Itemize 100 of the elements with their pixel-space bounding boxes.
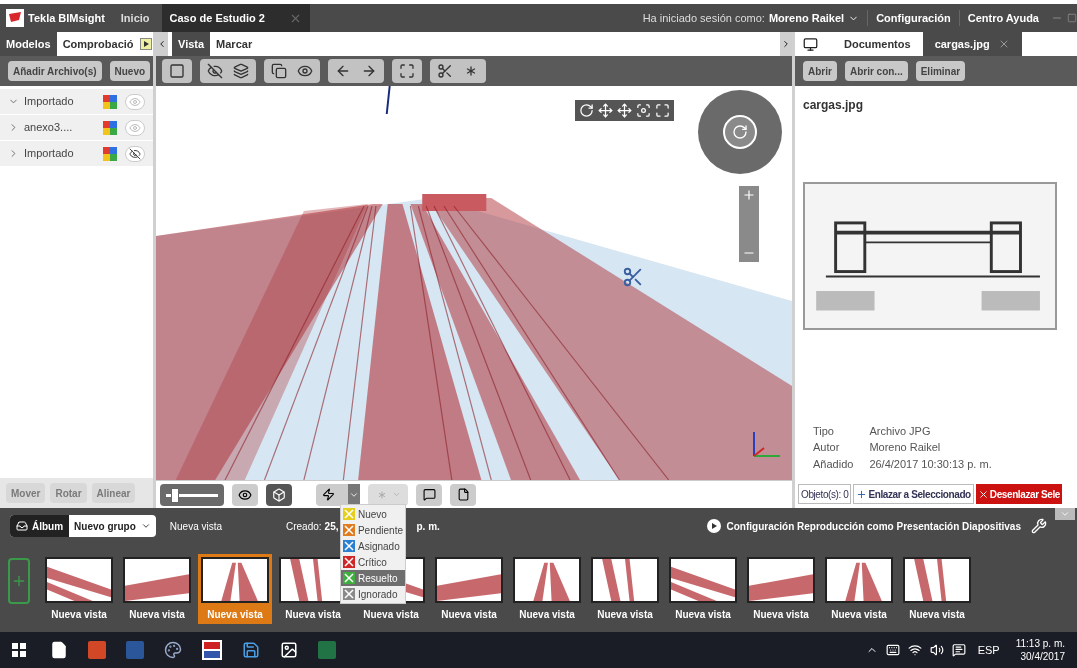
slideshow-settings-link[interactable]: Configuración Reproducción como Presentación Diapositivas xyxy=(706,518,1021,534)
property-value: 26/4/2017 10:30:13 p. m. xyxy=(869,456,993,472)
visibility-toggle[interactable] xyxy=(125,145,145,162)
view-thumbnail[interactable]: Nueva vista xyxy=(822,554,896,624)
transparency-slider[interactable] xyxy=(160,483,224,506)
isolate-icon xyxy=(271,63,287,79)
menu-item[interactable]: Nuevo xyxy=(341,506,405,522)
view-thumbnail[interactable]: Nueva vista xyxy=(42,554,116,624)
toolbar-button[interactable]: Eliminar xyxy=(915,61,966,81)
language-indicator[interactable]: ESP xyxy=(977,641,1000,659)
rotate-icon[interactable] xyxy=(579,103,594,118)
notifications-icon[interactable] xyxy=(951,643,966,657)
property-label: Autor xyxy=(813,440,841,455)
save-icon[interactable] xyxy=(242,641,260,659)
look-icon[interactable] xyxy=(636,103,651,118)
file-icon[interactable] xyxy=(50,641,68,659)
paint-icon[interactable] xyxy=(164,641,182,659)
monitor-icon[interactable] xyxy=(803,36,818,52)
unlink-button[interactable]: Desenlazar Sele xyxy=(975,484,1062,504)
cube-icon xyxy=(272,487,286,502)
plus-icon xyxy=(856,488,868,500)
toolbar-button[interactable]: Nuevo xyxy=(109,61,151,81)
view-preview-image xyxy=(669,557,737,603)
document-tab[interactable]: Caso de Estudio 2 xyxy=(161,4,310,32)
view-thumbnail[interactable]: Nueva vista xyxy=(510,554,584,624)
created-date: 25, xyxy=(324,519,339,534)
view-thumbnail[interactable]: Nueva vista xyxy=(432,554,506,624)
lightning-dropdown-button[interactable] xyxy=(316,483,360,506)
pan-icon[interactable] xyxy=(598,103,613,118)
header-link[interactable]: Centro Ayuda xyxy=(958,9,1039,27)
album-button[interactable]: Álbum xyxy=(10,515,70,537)
tray-icon xyxy=(16,520,28,532)
arrow-right-icon xyxy=(781,39,791,49)
scissors-icon xyxy=(437,63,453,79)
orbit-icon[interactable] xyxy=(732,124,748,140)
lightning-icon xyxy=(322,488,335,501)
cube-button[interactable] xyxy=(266,483,292,506)
view-preview-image xyxy=(45,557,113,603)
view-preview-image xyxy=(747,557,815,603)
view-thumbnail[interactable]: Nueva vista xyxy=(588,554,662,624)
show-all-icon xyxy=(297,63,313,79)
toolbar-button[interactable]: Añadir Archivo(s) xyxy=(8,61,102,81)
clock[interactable]: 11:13 p. m. 30/4/2017 xyxy=(1015,637,1065,663)
tab-label[interactable]: Caso de Estudio 2 xyxy=(169,9,265,27)
tools-icon[interactable] xyxy=(1031,518,1047,534)
menu-item[interactable]: Asignado xyxy=(341,538,405,554)
visibility-toggle[interactable] xyxy=(125,119,145,136)
visibility-toggle[interactable] xyxy=(125,93,145,110)
image-icon[interactable] xyxy=(280,641,298,659)
view-thumbnail[interactable]: Nueva vista xyxy=(900,554,974,624)
view-preview-image xyxy=(201,557,269,603)
caret-icon xyxy=(1060,509,1070,519)
tab[interactable]: Modelos xyxy=(0,32,57,56)
created-time: p. m. xyxy=(416,519,440,534)
windows-start-icon[interactable] xyxy=(12,643,26,657)
view-thumbnail[interactable]: Nueva vista xyxy=(666,554,740,624)
view-preview-image xyxy=(903,557,971,603)
menu-item[interactable]: Pendiente xyxy=(341,522,405,538)
document-button[interactable] xyxy=(450,483,476,506)
wifi-icon[interactable] xyxy=(907,643,922,657)
link-button[interactable]: Enlazar a Seleccionado xyxy=(853,484,974,504)
plus-icon xyxy=(11,573,27,589)
user-name[interactable]: Moreno Raikel xyxy=(768,9,845,27)
session-label: Ha iniciado sesión como: xyxy=(642,10,765,26)
app-logo-icon[interactable] xyxy=(202,640,222,660)
tab[interactable]: Vista xyxy=(172,32,211,56)
add-view-button[interactable] xyxy=(8,558,30,604)
speech-bubble-icon xyxy=(422,488,436,501)
eye-button[interactable] xyxy=(232,483,258,506)
color-palette-icon[interactable] xyxy=(103,120,117,135)
view-thumbnail[interactable]: Nueva vista xyxy=(120,554,194,624)
view-thumbnail[interactable]: Nueva vista xyxy=(744,554,818,624)
x-icon xyxy=(977,488,989,500)
eye-icon xyxy=(238,487,252,502)
fullscreen-icon[interactable] xyxy=(655,103,670,118)
toolbar-button[interactable]: Abrir xyxy=(803,61,837,81)
move-icon[interactable] xyxy=(617,103,632,118)
color-palette-icon[interactable] xyxy=(103,146,117,161)
toolbar-button[interactable]: Abrir con... xyxy=(844,61,908,81)
menu-item[interactable]: Resuelto xyxy=(341,570,405,586)
comment-button[interactable] xyxy=(416,483,442,506)
selection-tool-icon xyxy=(169,63,185,79)
tab[interactable]: cargas.jpg xyxy=(922,32,1022,56)
created-label: Creado: xyxy=(286,519,322,534)
view-preview-image xyxy=(123,557,191,603)
property-label: Añadido xyxy=(813,456,854,472)
color-palette-icon[interactable] xyxy=(103,94,117,109)
view-name: Nueva vista xyxy=(169,519,223,534)
property-value: Archivo JPG xyxy=(869,423,932,439)
undo-icon xyxy=(335,63,351,79)
property-label: Tipo xyxy=(813,423,835,439)
file-title: cargas.jpg xyxy=(803,97,865,114)
home-tab[interactable]: Inicio xyxy=(120,9,150,27)
scroll-tabs-icon[interactable] xyxy=(139,38,152,50)
keyboard-icon[interactable] xyxy=(885,643,900,657)
volume-icon[interactable] xyxy=(929,643,944,657)
slider-thumb[interactable] xyxy=(171,487,180,503)
view-preview-image xyxy=(435,557,503,603)
group-dropdown[interactable]: Nuevo grupo xyxy=(69,515,156,537)
header-link[interactable]: Configuración xyxy=(867,9,951,27)
